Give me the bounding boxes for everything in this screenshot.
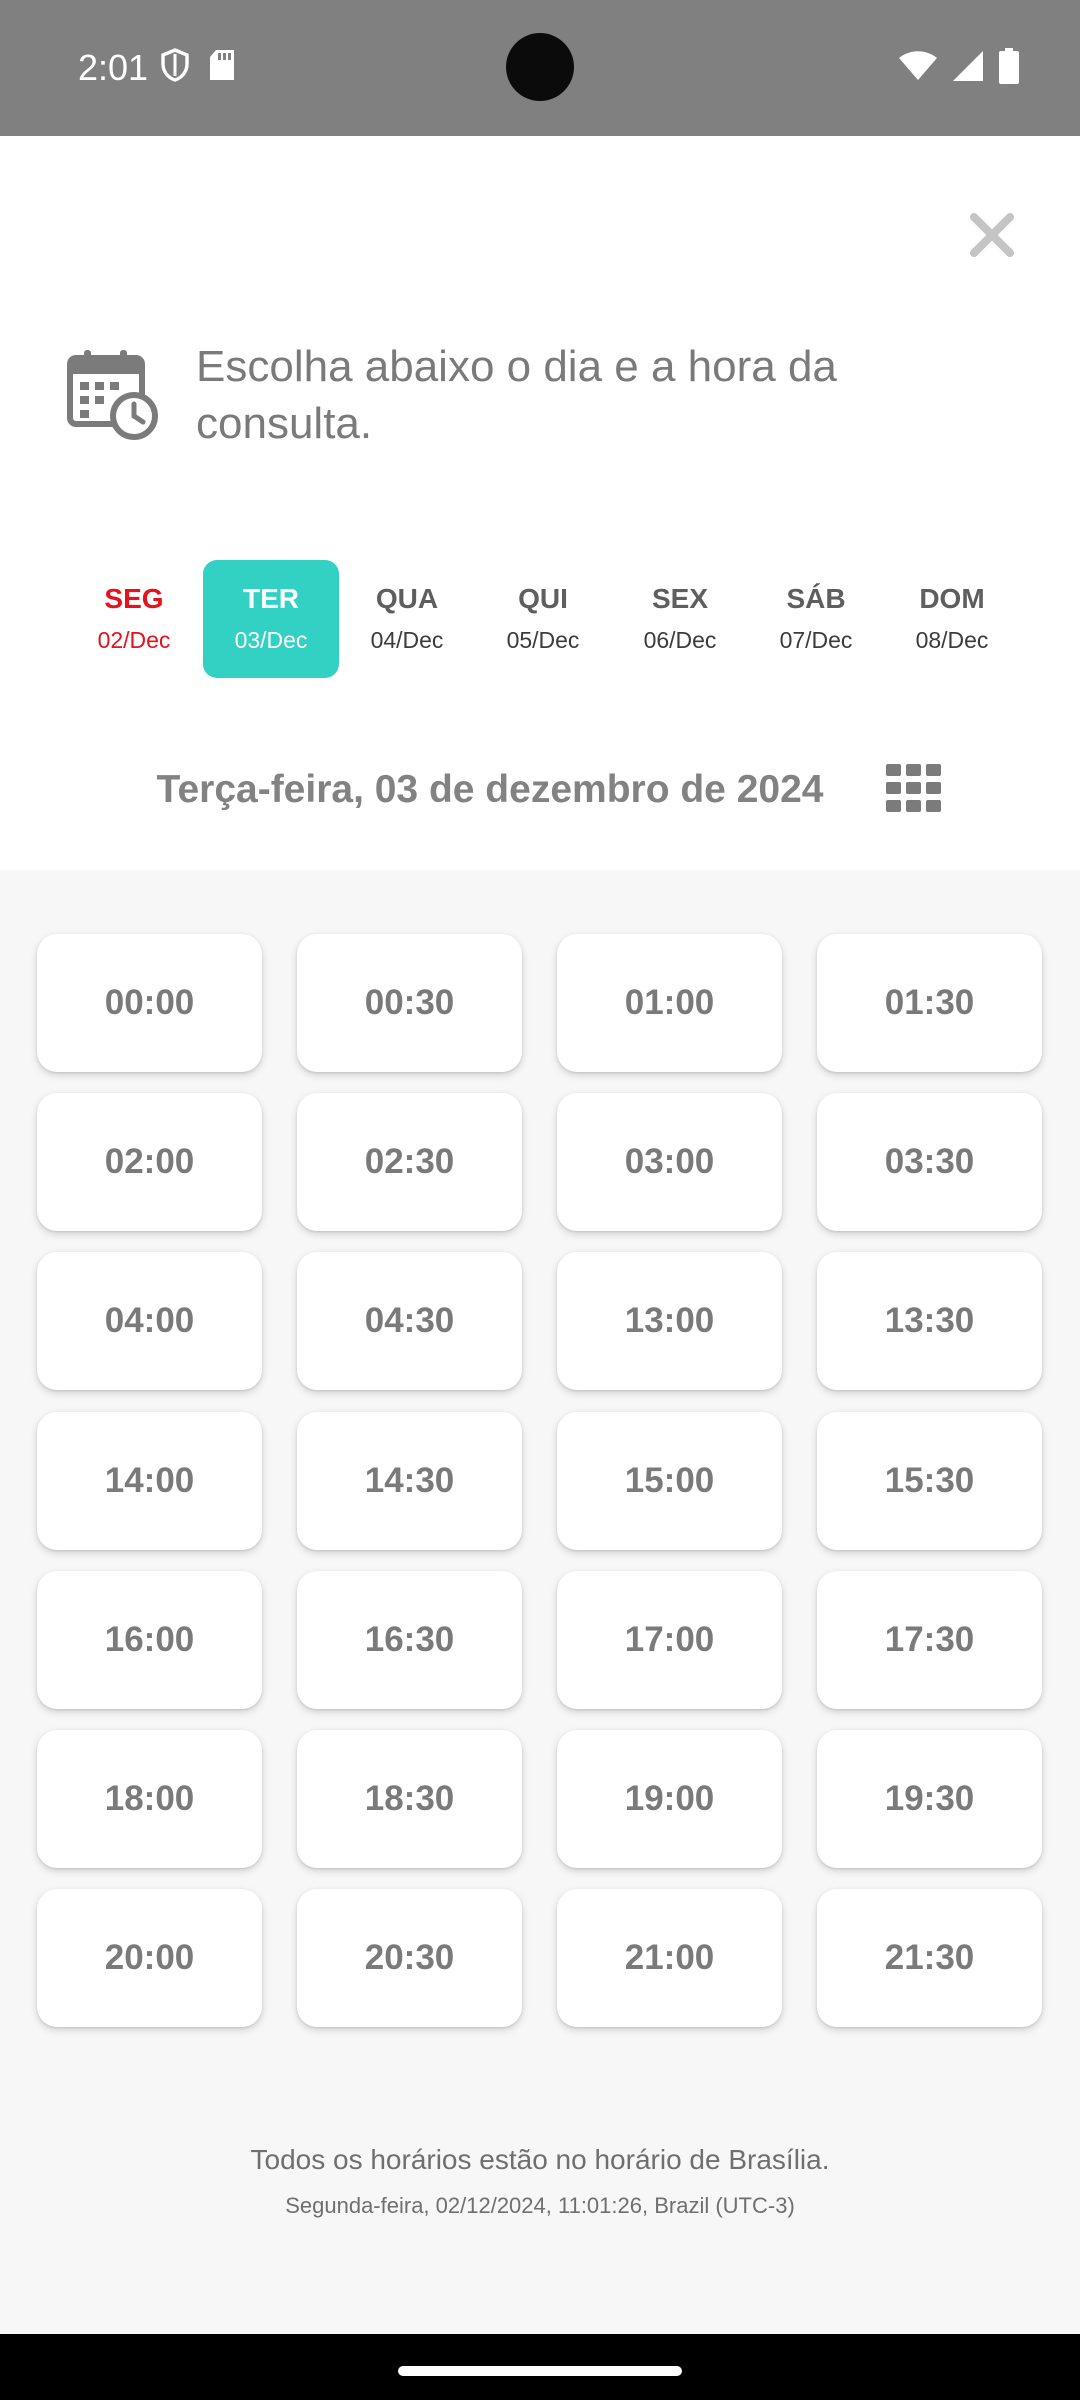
status-right-icons (898, 48, 1020, 89)
time-slot-button[interactable]: 16:00 (37, 1571, 262, 1709)
day-date: 03/Dec (234, 627, 308, 653)
battery-icon (998, 48, 1020, 89)
day-tab-sex[interactable]: SEX 06/Dec (612, 560, 748, 678)
day-tab-qua[interactable]: QUA 04/Dec (339, 560, 475, 678)
signal-icon (952, 50, 984, 87)
time-slot-button[interactable]: 14:00 (37, 1412, 262, 1550)
time-slot-button[interactable]: 02:30 (297, 1093, 522, 1231)
time-slot-button[interactable]: 15:30 (817, 1412, 1042, 1550)
day-name: SÁB (786, 583, 846, 614)
time-slot-button[interactable]: 00:00 (37, 934, 262, 1072)
calendar-clock-icon (67, 350, 158, 440)
timezone-note: Todos os horários estão no horário de Br… (250, 2144, 830, 2175)
day-tab-seg[interactable]: SEG 02/Dec (66, 560, 202, 678)
instruction-text: Escolha abaixo o dia e a hora da consult… (196, 342, 837, 448)
day-date: 06/Dec (643, 627, 717, 653)
time-slot-button[interactable]: 20:30 (297, 1889, 522, 2027)
grid-view-icon (886, 764, 941, 812)
time-slot-button[interactable]: 17:30 (817, 1571, 1042, 1709)
time-slot-button[interactable]: 18:30 (297, 1730, 522, 1868)
home-indicator[interactable] (398, 2366, 682, 2376)
time-slots-panel: 00:00 00:30 01:00 01:30 02:00 02:30 03:0… (0, 870, 1080, 2334)
time-slot-button[interactable]: 01:00 (557, 934, 782, 1072)
day-date: 02/Dec (97, 627, 171, 653)
day-selector: SEG 02/Dec TER 03/Dec QUA 04/Dec QUI 05/… (66, 560, 1018, 678)
status-left-icons (160, 48, 236, 87)
sd-card-icon (208, 49, 236, 86)
time-slot-button[interactable]: 01:30 (817, 934, 1042, 1072)
day-name: QUA (375, 583, 439, 614)
time-slot-button[interactable]: 17:00 (557, 1571, 782, 1709)
time-slot-button[interactable]: 14:30 (297, 1412, 522, 1550)
time-slot-button[interactable]: 21:30 (817, 1889, 1042, 2027)
day-name: QUI (518, 583, 568, 614)
time-slot-button[interactable]: 18:00 (37, 1730, 262, 1868)
current-time-label: Segunda-feira, 02/12/2024, 11:01:26, Bra… (285, 2193, 795, 2218)
day-date: 07/Dec (779, 627, 853, 653)
time-slot-button[interactable]: 04:30 (297, 1252, 522, 1390)
time-slot-button[interactable]: 13:00 (557, 1252, 782, 1390)
day-name: SEG (104, 583, 164, 614)
time-slot-button[interactable]: 21:00 (557, 1889, 782, 2027)
day-name: TER (243, 583, 299, 614)
day-date: 05/Dec (506, 627, 580, 653)
time-slot-button[interactable]: 20:00 (37, 1889, 262, 2027)
day-date: 08/Dec (915, 627, 989, 653)
day-date: 04/Dec (370, 627, 444, 653)
camera-cutout (506, 33, 574, 101)
day-tab-dom[interactable]: DOM 08/Dec (884, 560, 1020, 678)
status-bar: 2:01 (0, 0, 1080, 136)
day-tab-qui[interactable]: QUI 05/Dec (475, 560, 611, 678)
time-slot-button[interactable]: 13:30 (817, 1252, 1042, 1390)
time-slot-button[interactable]: 02:00 (37, 1093, 262, 1231)
selected-date-label: Terça-feira, 03 de dezembro de 2024 (156, 768, 824, 811)
time-slot-button[interactable]: 03:00 (557, 1093, 782, 1231)
time-slot-button[interactable]: 04:00 (37, 1252, 262, 1390)
time-slot-button[interactable]: 03:30 (817, 1093, 1042, 1231)
status-time: 2:01 (78, 47, 149, 88)
grid-view-button[interactable] (886, 764, 942, 812)
time-slot-button[interactable]: 19:00 (557, 1730, 782, 1868)
day-name: DOM (919, 583, 985, 614)
day-tab-sab[interactable]: SÁB 07/Dec (748, 560, 884, 678)
day-name: SEX (651, 583, 709, 614)
close-button[interactable] (962, 205, 1022, 265)
close-icon (970, 213, 1014, 257)
time-slot-button[interactable]: 16:30 (297, 1571, 522, 1709)
wifi-icon (898, 50, 938, 87)
day-tab-ter[interactable]: TER 03/Dec (203, 560, 339, 678)
shield-icon (160, 48, 190, 87)
time-slot-button[interactable]: 00:30 (297, 934, 522, 1072)
time-slot-button[interactable]: 19:30 (817, 1730, 1042, 1868)
time-slot-button[interactable]: 15:00 (557, 1412, 782, 1550)
